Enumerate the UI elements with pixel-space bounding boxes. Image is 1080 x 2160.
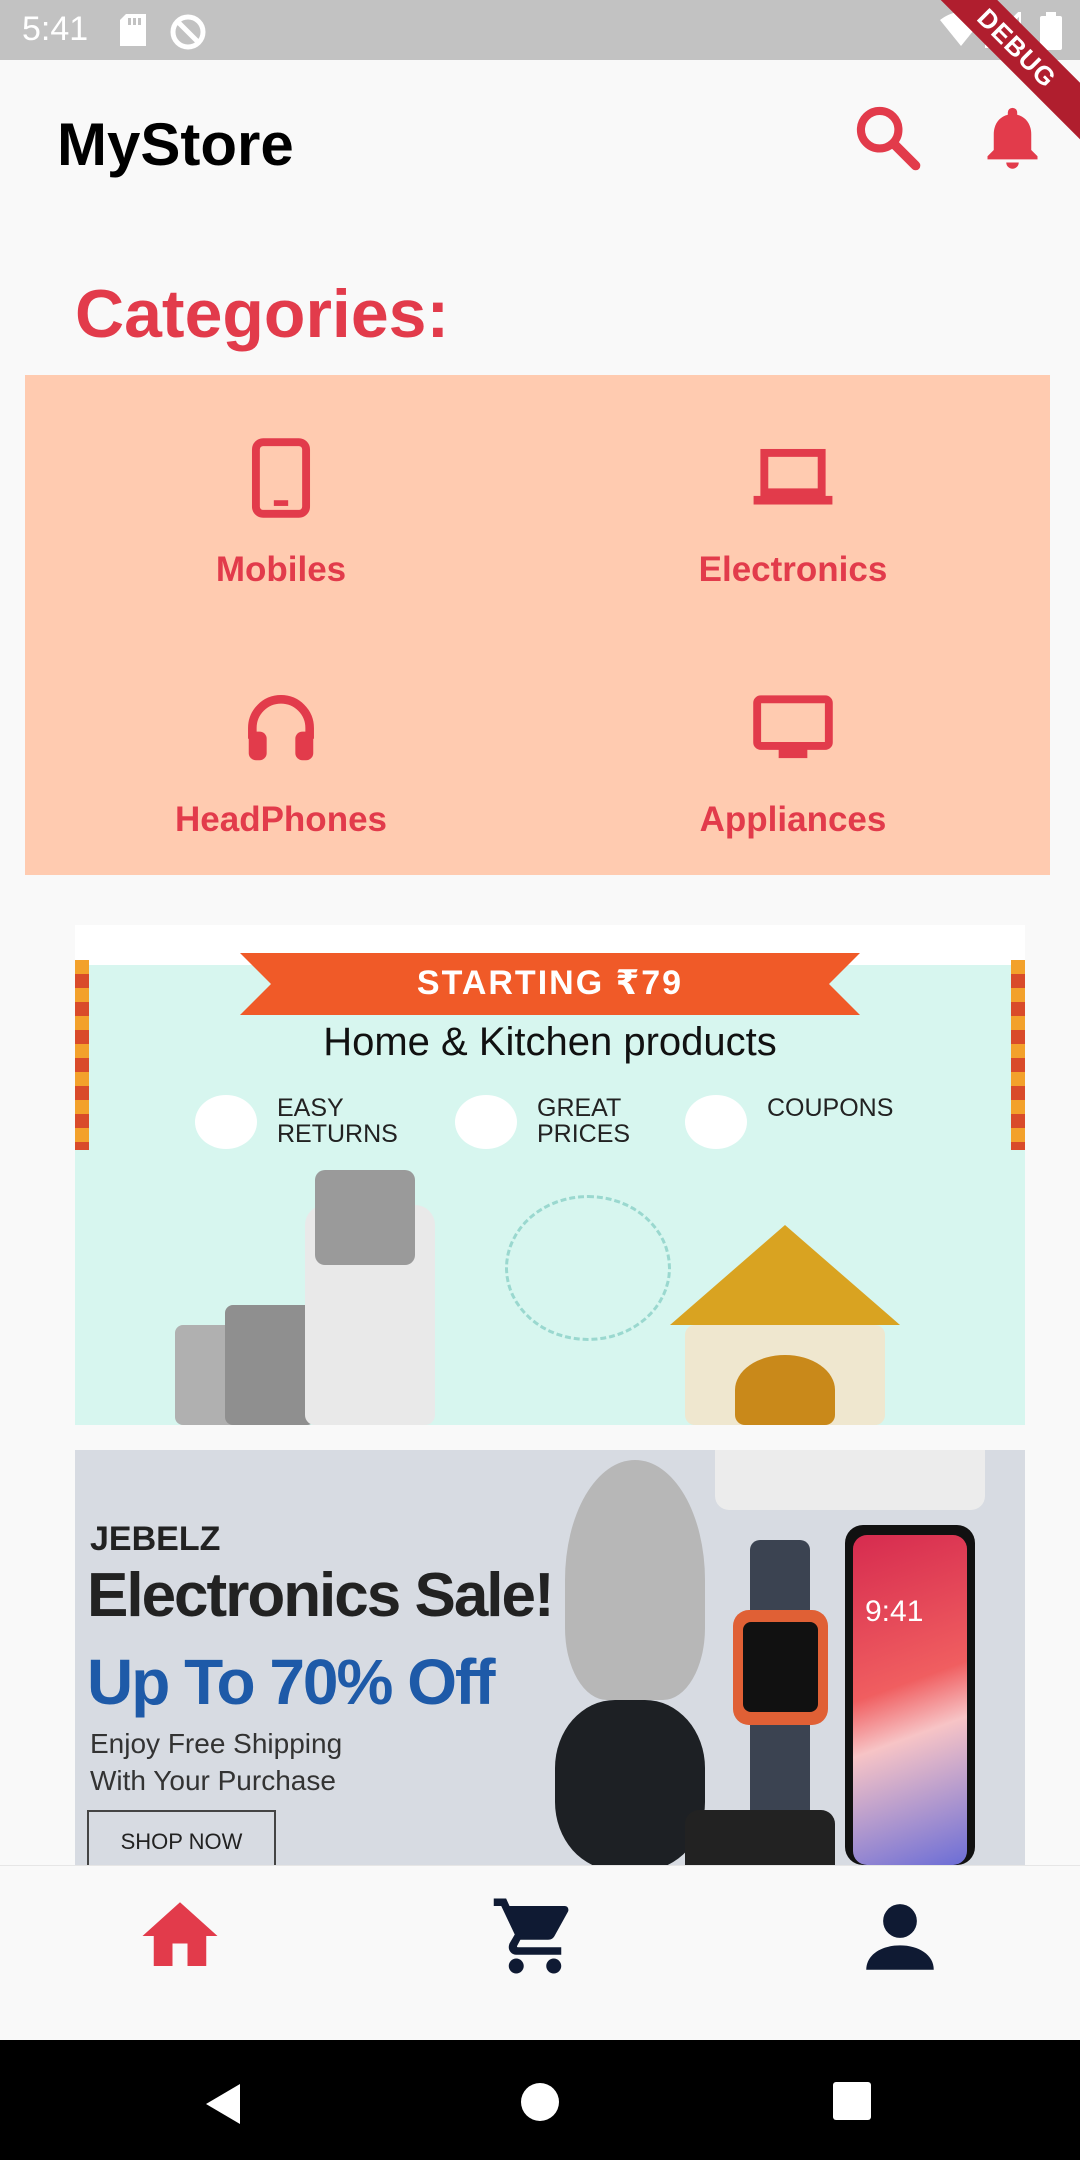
promo-banner-electronics-sale[interactable]: 9:41 JEBELZ Electronics Sale! Up To 70% … (75, 1450, 1025, 1865)
phone-image (715, 1450, 985, 1510)
banner-title: Electronics Sale! (87, 1561, 555, 1630)
app-bar: MyStore (0, 60, 1080, 235)
headphones-icon (248, 695, 314, 761)
battery-icon (1040, 12, 1062, 50)
promo-banner-home-kitchen[interactable]: STARTING ₹79 Home & Kitchen products EAS… (75, 925, 1025, 1425)
search-icon[interactable] (850, 100, 925, 175)
sd-card-icon (120, 14, 146, 46)
category-label: HeadPhones (175, 800, 387, 839)
lamp-bowl-image (735, 1355, 835, 1425)
banner-subtext: Enjoy Free Shipping (90, 1728, 343, 1759)
category-mobiles[interactable]: Mobiles (25, 375, 537, 625)
recent-apps-icon[interactable] (832, 2081, 872, 2121)
back-icon[interactable] (200, 2080, 248, 2128)
profile-icon[interactable] (855, 1891, 945, 1981)
category-headphones[interactable]: HeadPhones (25, 625, 537, 875)
bell-icon[interactable] (975, 100, 1050, 175)
app-title: MyStore (57, 111, 294, 178)
home-circle-icon[interactable] (518, 2080, 562, 2124)
decorative-flower (505, 1195, 671, 1341)
smartwatch-face-image (743, 1622, 818, 1712)
shop-now-button[interactable]: SHOP NOW (87, 1810, 276, 1865)
banner-brand: JEBELZ (90, 1520, 221, 1558)
lamp-image (670, 1225, 900, 1325)
mixer-jar-image (225, 1305, 315, 1425)
banner-ribbon-text: STARTING ₹79 (416, 964, 684, 1002)
phone-screen-time: 9:41 (865, 1595, 924, 1628)
coupon-icon (685, 1095, 747, 1149)
price-tag-icon (455, 1095, 517, 1149)
smartwatch-image (685, 1810, 835, 1865)
smart-speaker-image (565, 1460, 705, 1700)
category-label: Appliances (699, 800, 887, 839)
phone-screen-image (853, 1535, 967, 1865)
category-label: Mobiles (215, 550, 347, 589)
system-navigation-bar (0, 2040, 1080, 2160)
cart-icon[interactable] (490, 1891, 580, 1981)
categories-title: Categories: (75, 276, 450, 352)
banner-heading: Home & Kitchen products (323, 1020, 777, 1064)
returns-icon (195, 1095, 257, 1149)
categories-grid: Mobiles Electronics HeadPhones Appliance… (25, 375, 1050, 875)
feature-label: EASY RETURNS (277, 1094, 398, 1148)
mixer-top-image (315, 1170, 415, 1265)
chromecast-image (555, 1700, 705, 1865)
status-time: 5:41 (22, 10, 89, 48)
category-appliances[interactable]: Appliances (537, 625, 1049, 875)
monitor-icon (753, 695, 833, 759)
status-bar: 5:41 (0, 0, 1080, 60)
feature-label: COUPONS (767, 1094, 894, 1122)
home-icon[interactable] (135, 1891, 225, 1981)
feature-label: GREAT PRICES (537, 1094, 631, 1148)
banner-subtext: With Your Purchase (90, 1765, 336, 1796)
sync-disabled-icon (170, 14, 206, 50)
category-electronics[interactable]: Electronics (537, 375, 1049, 625)
bottom-navigation (0, 1865, 1080, 2041)
category-label: Electronics (698, 550, 888, 589)
laptop-icon (753, 448, 833, 505)
tablet-icon (251, 438, 311, 518)
banner-offer: Up To 70% Off (87, 1646, 496, 1718)
